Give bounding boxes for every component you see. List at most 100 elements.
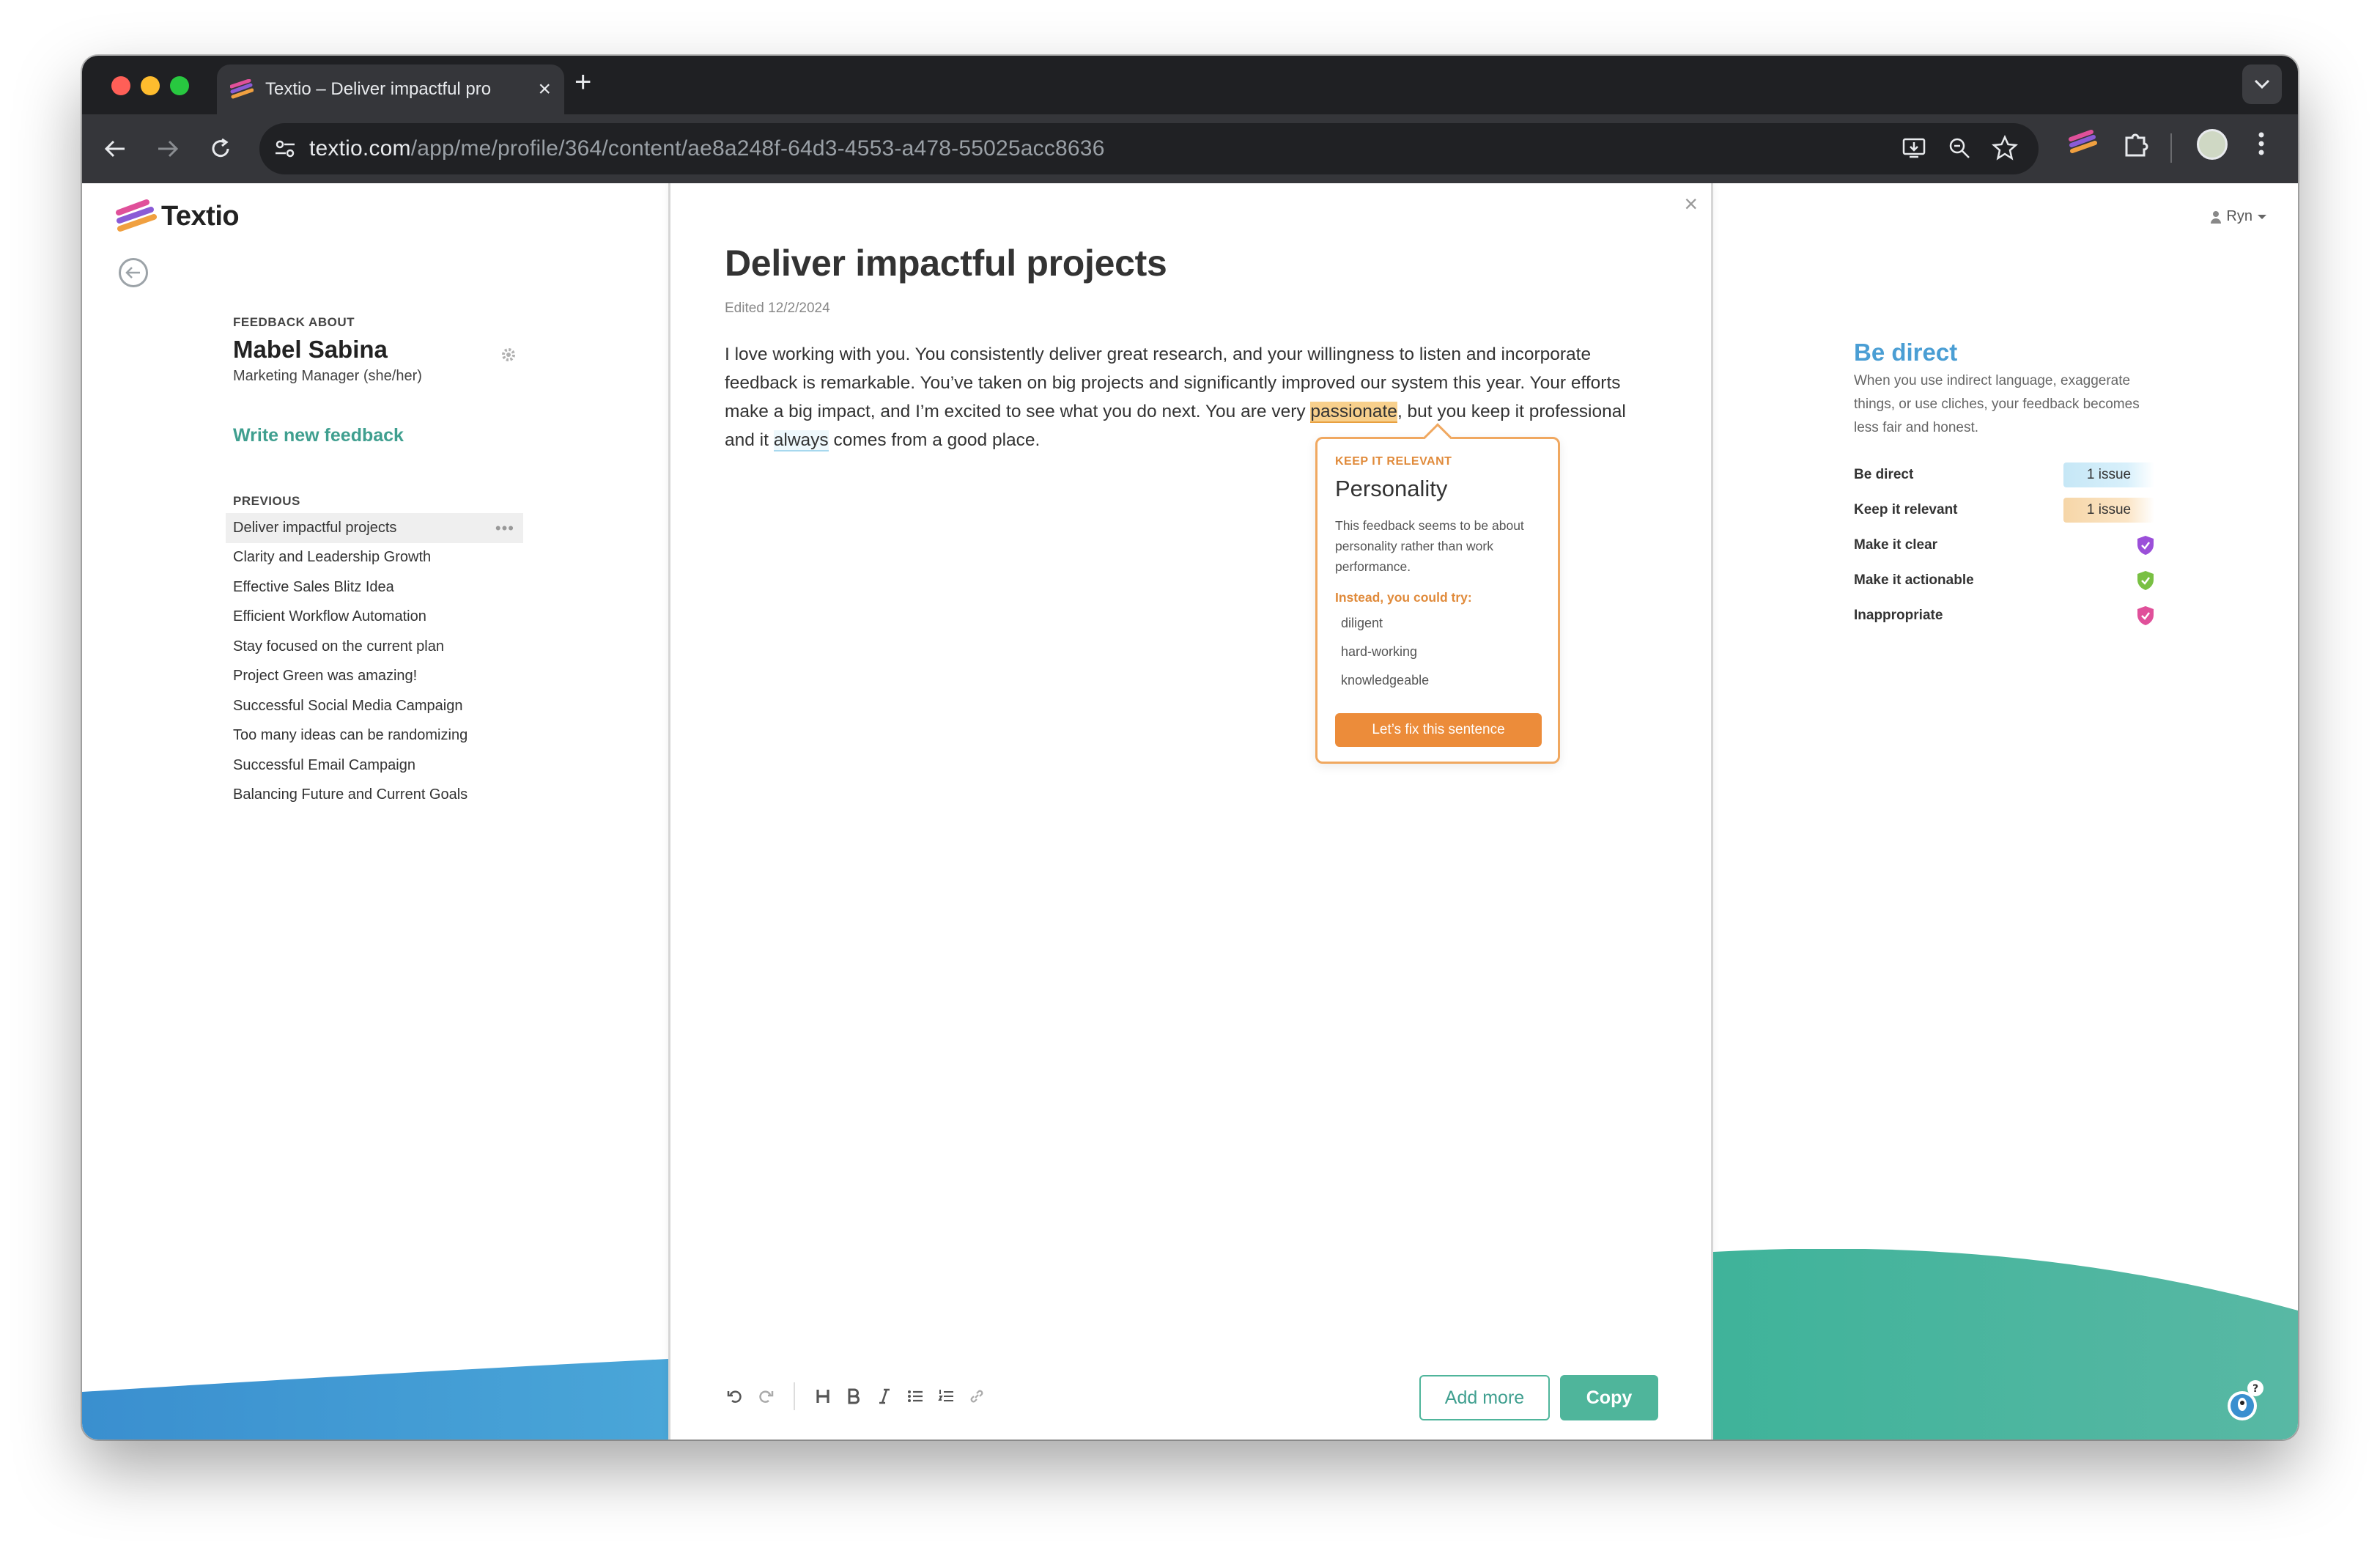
check-row-inappropriate[interactable]: Inappropriate <box>1854 598 2154 633</box>
check-list: Be direct 1 issue Keep it relevant 1 iss… <box>1854 457 2154 633</box>
issue-badge[interactable]: 1 issue <box>2063 462 2154 487</box>
heading-icon[interactable] <box>813 1386 833 1407</box>
back-arrow-icon[interactable] <box>97 130 133 167</box>
install-app-icon[interactable] <box>1898 132 1930 164</box>
close-icon[interactable]: × <box>1684 192 1698 215</box>
back-circle-icon[interactable] <box>119 258 148 287</box>
suggestion-popover: KEEP IT RELEVANT Personality This feedba… <box>1315 423 1560 764</box>
feedback-editor: × Deliver impactful projects Edited 12/2… <box>668 183 1713 1440</box>
address-bar[interactable]: textio.com/app/me/profile/364/content/ae… <box>259 123 2039 174</box>
minimize-window-button[interactable] <box>141 76 160 95</box>
browser-menu-icon[interactable] <box>2257 129 2266 158</box>
popover-title: Personality <box>1335 476 1448 501</box>
previous-item-active[interactable]: Deliver impactful projects ••• <box>226 513 523 543</box>
guidance-panel: Ryn Be direct When you use indirect lang… <box>1713 183 2298 1440</box>
guidance-description: When you use indirect language, exaggera… <box>1854 373 2140 435</box>
suggestion-item[interactable]: hard-working <box>1335 638 1429 666</box>
previous-item[interactable]: Efficient Workflow Automation <box>226 602 523 633</box>
browser-tab-active[interactable]: Textio – Deliver impactful pro × <box>217 64 564 114</box>
fix-sentence-button[interactable]: Let’s fix this sentence <box>1335 713 1542 747</box>
forward-arrow-icon[interactable] <box>149 130 186 167</box>
extensions-puzzle-icon[interactable] <box>2122 129 2150 158</box>
user-icon <box>2211 210 2222 224</box>
formatting-toolbar <box>725 1382 987 1410</box>
previous-item[interactable]: Clarity and Leadership Growth <box>226 543 523 573</box>
check-row-be-direct[interactable]: Be direct 1 issue <box>1854 457 2154 493</box>
user-menu[interactable]: Ryn <box>2210 208 2267 225</box>
shield-check-icon <box>2137 571 2154 590</box>
numbered-list-icon[interactable] <box>936 1386 956 1407</box>
edited-date: Edited 12/2/2024 <box>725 301 830 316</box>
textio-logo[interactable]: Textio <box>114 199 240 233</box>
check-row-make-actionable[interactable]: Make it actionable <box>1854 563 2154 598</box>
previous-feedback-list: Deliver impactful projects ••• Clarity an… <box>226 513 523 810</box>
more-options-icon[interactable]: ••• <box>495 519 514 538</box>
previous-item[interactable]: Successful Email Campaign <box>226 751 523 781</box>
undo-icon[interactable] <box>725 1386 745 1407</box>
chevron-down-icon <box>2254 79 2270 89</box>
user-name: Ryn <box>2226 208 2252 224</box>
redo-icon[interactable] <box>755 1386 776 1407</box>
toolbar-separator <box>794 1382 795 1410</box>
zoom-icon[interactable] <box>1943 132 1976 164</box>
previous-item[interactable]: Balancing Future and Current Goals <box>226 781 523 811</box>
shield-check-icon <box>2137 536 2154 555</box>
tab-close-icon[interactable]: × <box>538 78 551 100</box>
guidance-title: Be direct <box>1854 339 1958 366</box>
previous-item[interactable]: Stay focused on the current plan <box>226 632 523 662</box>
textio-logo-icon <box>116 199 157 232</box>
document-title[interactable]: Deliver impactful projects <box>725 242 1167 284</box>
shield-check-icon <box>2137 606 2154 625</box>
previous-section-label: PREVIOUS <box>233 494 300 508</box>
previous-item[interactable]: Too many ideas can be randomizing <box>226 721 523 751</box>
person-name: Mabel Sabina <box>233 336 388 363</box>
suggestion-item[interactable]: diligent <box>1335 609 1429 638</box>
link-icon[interactable] <box>967 1386 987 1407</box>
profile-avatar[interactable] <box>2197 129 2228 160</box>
write-new-feedback-link[interactable]: Write new feedback <box>233 425 404 446</box>
flagged-word-passionate[interactable]: passionate <box>1310 402 1397 423</box>
flagged-word-always[interactable]: always <box>773 430 829 452</box>
svg-text:?: ? <box>2252 1383 2258 1395</box>
maximize-window-button[interactable] <box>170 76 189 95</box>
browser-window: Textio – Deliver impactful pro × + texti… <box>82 56 2298 1440</box>
check-row-make-clear[interactable]: Make it clear <box>1854 528 2154 563</box>
feedback-sidebar: Textio FEEDBACK ABOUT Mabel Sabina Marke… <box>82 183 668 1440</box>
textio-extension-icon[interactable] <box>2068 129 2097 157</box>
caret-down-icon <box>2258 214 2266 219</box>
brand-name: Textio <box>161 200 240 232</box>
bulleted-list-icon[interactable] <box>905 1386 925 1407</box>
bold-icon[interactable] <box>843 1386 864 1407</box>
person-role: Marketing Manager (she/her) <box>233 368 422 384</box>
issue-badge[interactable]: 1 issue <box>2063 498 2154 523</box>
decorative-wave <box>1713 1249 2298 1440</box>
textio-favicon-icon <box>230 79 254 99</box>
new-tab-icon[interactable]: + <box>574 67 591 97</box>
bookmark-star-icon[interactable] <box>1989 132 2021 164</box>
browser-toolbar: textio.com/app/me/profile/364/content/ae… <box>82 114 2298 183</box>
popover-try-label: Instead, you could try: <box>1335 590 1472 605</box>
gear-icon[interactable] <box>500 346 517 364</box>
url-text: textio.com/app/me/profile/364/content/ae… <box>309 136 1105 161</box>
site-settings-icon[interactable] <box>274 139 296 159</box>
toolbar-divider <box>2170 133 2172 163</box>
suggestion-item[interactable]: knowledgeable <box>1335 666 1429 695</box>
decorative-wave <box>82 1359 668 1440</box>
help-chat-icon[interactable]: ? <box>2223 1379 2266 1422</box>
add-more-button[interactable]: Add more <box>1419 1375 1550 1420</box>
previous-item[interactable]: Successful Social Media Campaign <box>226 691 523 721</box>
tab-title: Textio – Deliver impactful pro <box>265 79 492 99</box>
italic-icon[interactable] <box>874 1386 895 1407</box>
reload-icon[interactable] <box>202 130 239 167</box>
tab-search-button[interactable] <box>2242 64 2282 104</box>
popover-description: This feedback seems to be about personal… <box>1335 518 1524 574</box>
check-row-keep-relevant[interactable]: Keep it relevant 1 issue <box>1854 493 2154 528</box>
textio-app: Textio FEEDBACK ABOUT Mabel Sabina Marke… <box>82 183 2298 1440</box>
previous-item[interactable]: Project Green was amazing! <box>226 662 523 692</box>
close-window-button[interactable] <box>111 76 130 95</box>
popover-category: KEEP IT RELEVANT <box>1335 455 1452 468</box>
copy-button[interactable]: Copy <box>1560 1375 1658 1420</box>
previous-item[interactable]: Effective Sales Blitz Idea <box>226 572 523 602</box>
tab-strip: Textio – Deliver impactful pro × + <box>82 56 2298 114</box>
suggestion-list: diligent hard-working knowledgeable <box>1335 609 1429 695</box>
